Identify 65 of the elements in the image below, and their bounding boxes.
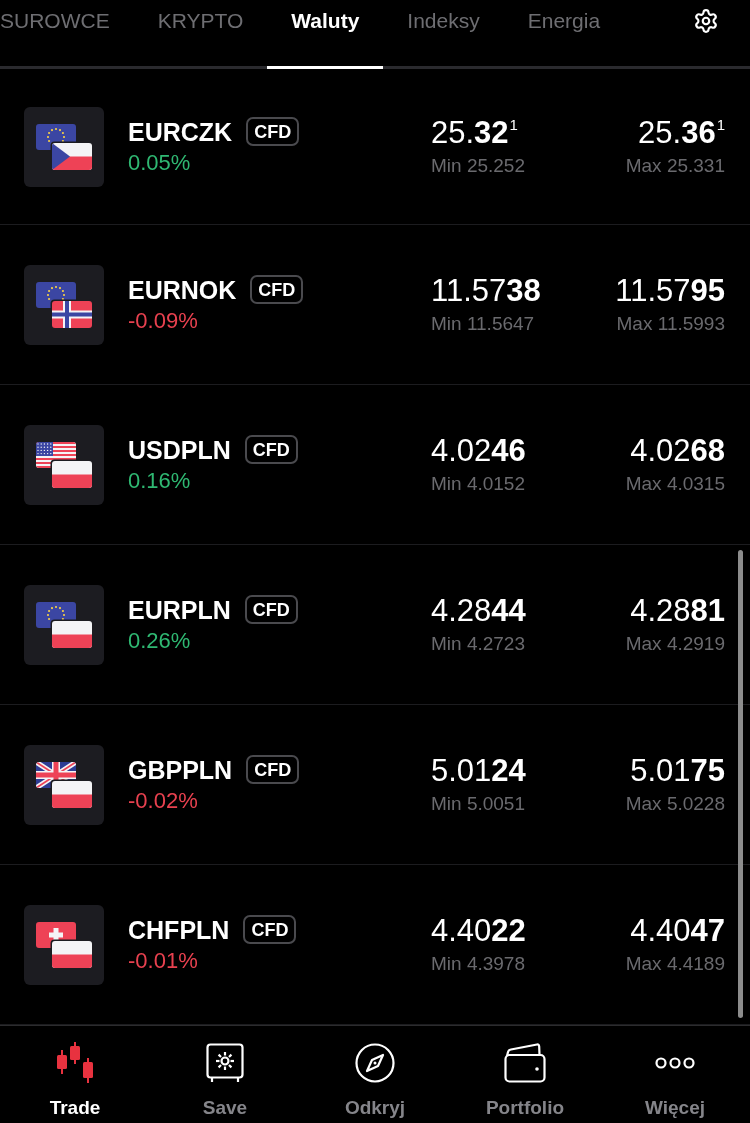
flag-pair-icon — [24, 106, 104, 187]
percent-change: 0.16% — [128, 466, 191, 495]
instrument-type-badge: CFD — [244, 595, 298, 624]
daily-low: Min 25.252 — [431, 153, 525, 178]
settings-icon[interactable] — [693, 8, 719, 34]
ask-price: 4.4047 — [630, 913, 725, 948]
nav-tab[interactable]: Portfolio — [450, 1026, 600, 1123]
daily-low: Min 4.3978 — [431, 951, 525, 976]
instrument-symbol: GBPPLN — [128, 754, 233, 785]
instrument-symbol: CHFPLN — [128, 914, 230, 945]
compass-icon — [355, 1042, 395, 1083]
instrument-symbol: EURNOK — [128, 274, 237, 305]
instrument-type-badge: CFD — [246, 755, 300, 784]
flag-pair-icon — [24, 584, 104, 665]
bid-price: 5.0124 — [431, 753, 526, 788]
instrument-symbol: EURCZK — [128, 116, 233, 147]
ask-price: 25.36$^{1}$ — [638, 115, 725, 150]
flag-pair-icon — [24, 904, 104, 985]
percent-change: -0.01% — [128, 946, 198, 975]
category-tab[interactable]: Energia — [503, 0, 625, 69]
ask-price: 4.0268 — [630, 433, 725, 468]
category-tab[interactable]: SUROWCE — [0, 0, 134, 69]
bid-price: 25.32$^{1}$ — [431, 115, 518, 150]
category-tab[interactable]: Indeksy — [383, 0, 504, 69]
scrollbar-thumb[interactable] — [738, 550, 743, 1018]
percent-change: 0.26% — [128, 626, 191, 655]
ask-price: 11.5795 — [615, 273, 725, 308]
daily-low: Min 4.0152 — [431, 471, 525, 496]
percent-change: -0.02% — [128, 786, 198, 815]
ask-price: 4.2881 — [630, 593, 725, 628]
bid-price: 4.0246 — [431, 433, 526, 468]
instrument-symbol: USDPLN — [128, 434, 231, 465]
daily-low: Min 4.2723 — [431, 631, 525, 656]
daily-high: Max 25.331 — [625, 153, 725, 178]
ask-price: 5.0175 — [630, 753, 725, 788]
more-dots-icon — [655, 1056, 695, 1069]
nav-tab[interactable]: Save — [150, 1026, 300, 1123]
daily-high: Max 5.0228 — [625, 791, 725, 816]
daily-low: Min 5.0051 — [431, 791, 525, 816]
flag-pair-icon — [24, 264, 104, 345]
category-tab[interactable]: Waluty — [267, 0, 384, 69]
wallet-icon — [504, 1042, 546, 1083]
daily-high: Max 11.5993 — [616, 311, 725, 336]
category-tab[interactable]: KRYPTO — [133, 0, 268, 69]
nav-tab[interactable]: Odkryj — [300, 1026, 450, 1123]
instrument-type-badge: CFD — [244, 435, 298, 464]
percent-change: 0.05% — [128, 148, 191, 177]
candlestick-chart-icon — [54, 1042, 96, 1083]
bid-price: 4.2844 — [431, 593, 526, 628]
bid-price: 4.4022 — [431, 913, 526, 948]
instrument-symbol: EURPLN — [128, 594, 231, 625]
nav-tab[interactable]: Więcej — [600, 1026, 750, 1123]
daily-high: Max 4.2919 — [625, 631, 725, 656]
daily-high: Max 4.4189 — [625, 951, 725, 976]
instrument-type-badge: CFD — [250, 275, 304, 304]
nav-tab[interactable]: Trade — [0, 1026, 150, 1123]
daily-high: Max 4.0315 — [625, 471, 725, 496]
percent-change: -0.09% — [128, 306, 198, 335]
instrument-type-badge: CFD — [246, 117, 300, 146]
daily-low: Min 11.5647 — [431, 311, 535, 336]
flag-pair-icon — [24, 744, 104, 825]
instrument-type-badge: CFD — [243, 915, 297, 944]
safe-icon — [206, 1042, 244, 1083]
flag-pair-icon — [24, 424, 104, 505]
bid-price: 11.5738 — [431, 273, 541, 308]
